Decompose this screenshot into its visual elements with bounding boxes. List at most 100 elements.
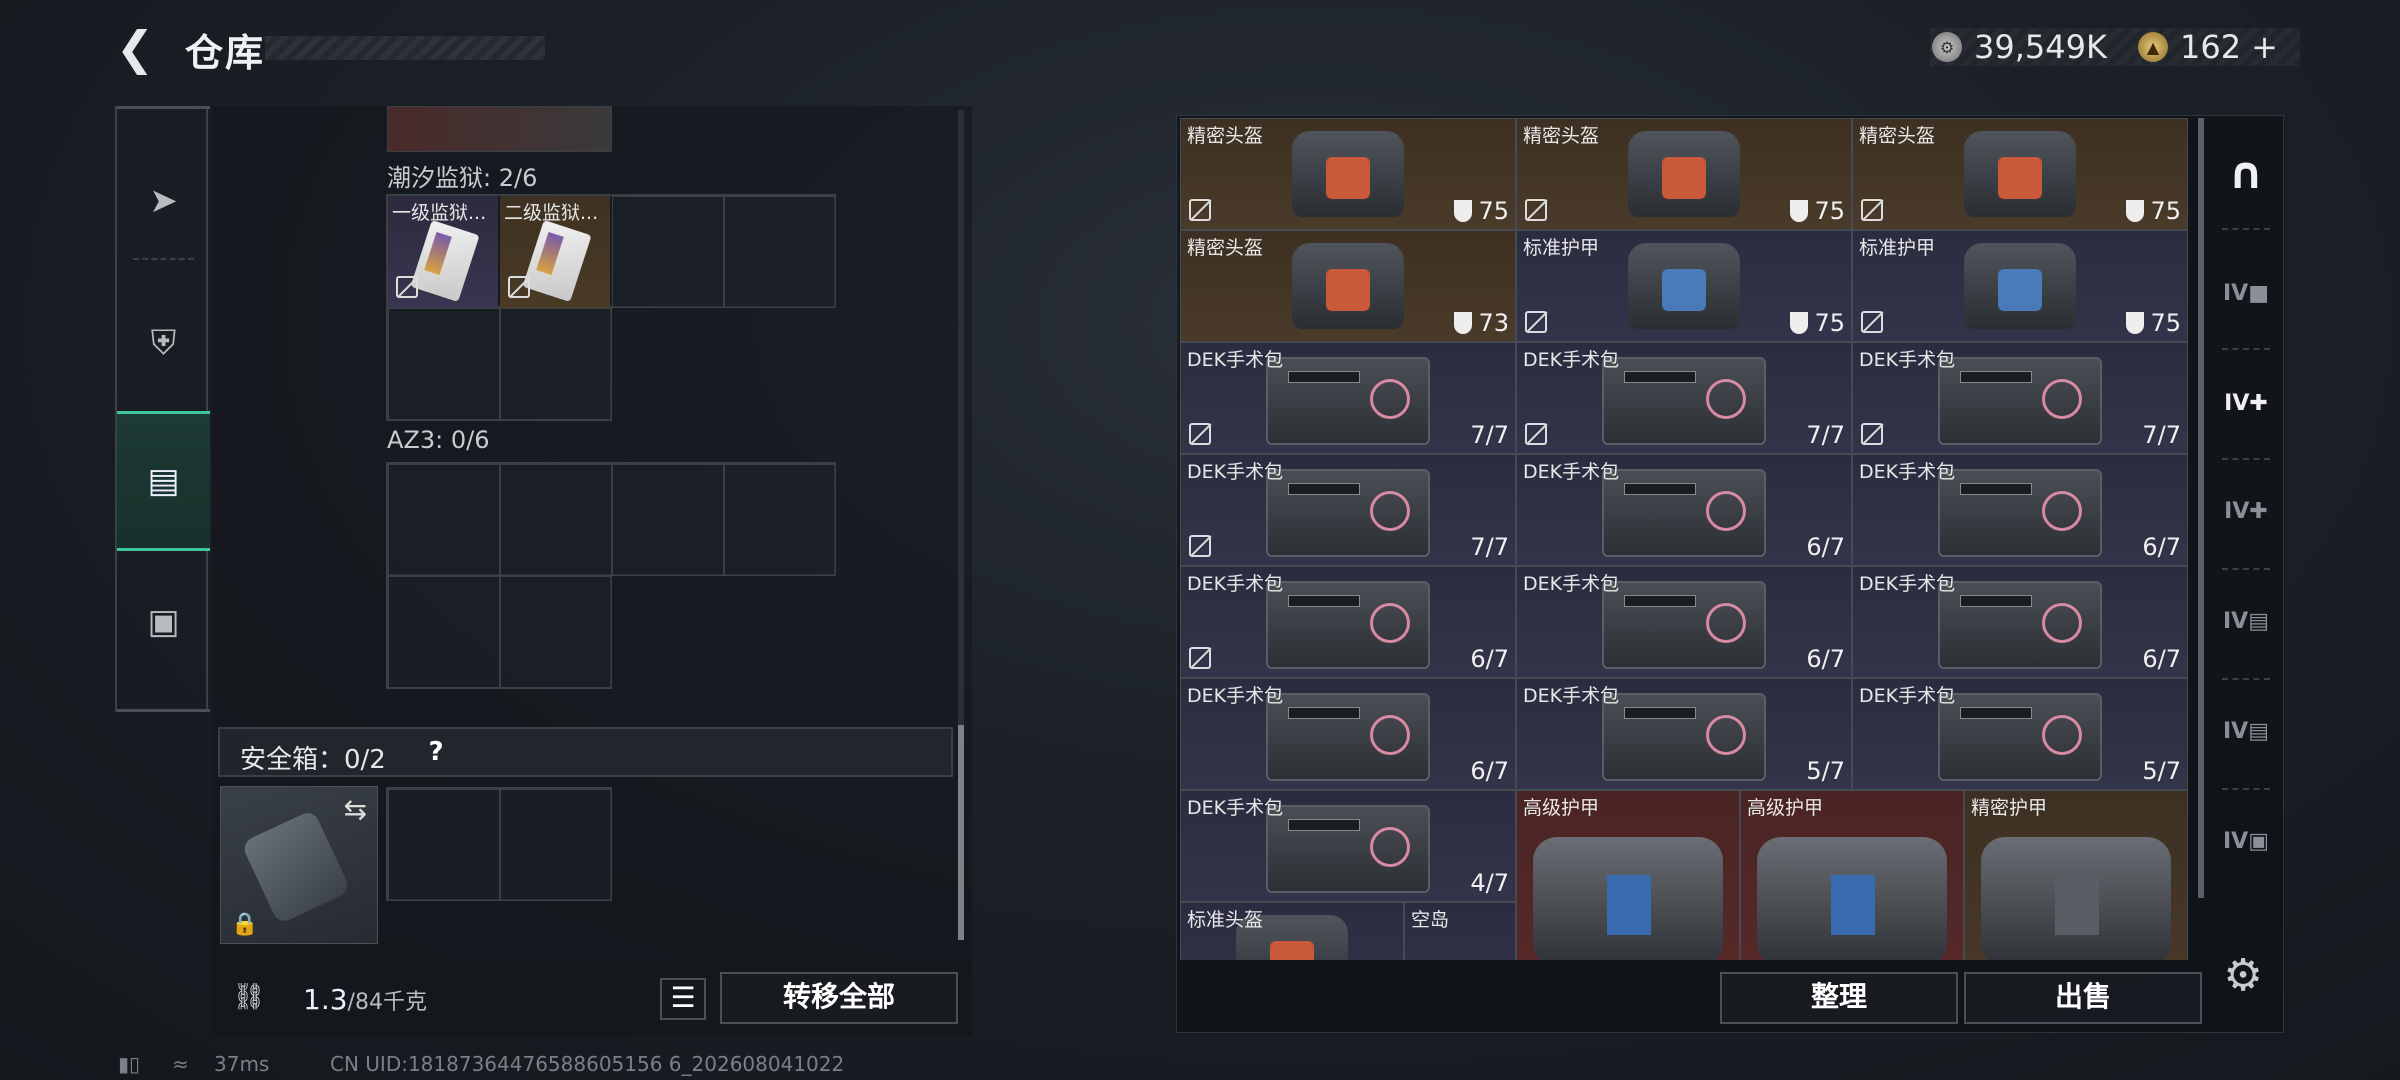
item-value: 73 — [1454, 309, 1509, 337]
partial-item-row[interactable] — [387, 106, 612, 152]
transfer-all-button[interactable]: 转移全部 — [720, 972, 958, 1024]
case-image — [240, 809, 352, 925]
category-nav: ➤ ⛨ ▤ ▣ — [115, 106, 210, 712]
keycard-item[interactable]: 一级监狱... — [388, 196, 498, 308]
swap-icon[interactable]: ⇆ — [344, 793, 367, 826]
empty-slot[interactable] — [500, 789, 612, 901]
iv-weapon-icon[interactable]: IV■ — [2214, 258, 2278, 328]
stash-item[interactable]: DEK手术包 6/7 — [1852, 566, 2188, 678]
item-name: 二级监狱... — [504, 202, 599, 224]
stash-item[interactable]: 精密头盔 75 — [1180, 118, 1516, 230]
surgery-kit-image — [1602, 357, 1766, 445]
stash-item[interactable]: DEK手术包 5/7 — [1516, 678, 1852, 790]
empty-slot[interactable] — [724, 464, 836, 576]
weight-readout: 1.3/84千克 — [303, 983, 427, 1016]
gold-currency[interactable]: ▲ 162 + — [2138, 26, 2278, 68]
item-name: DEK手术包 — [1859, 349, 1956, 371]
safebox-label: 安全箱：0/2 — [240, 745, 386, 775]
gold-add-button[interactable]: + — [2251, 28, 2278, 66]
stash-item[interactable]: 高级护甲 — [1516, 790, 1740, 960]
item-name: 高级护甲 — [1747, 797, 1824, 819]
stash-item[interactable]: DEK手术包 7/7 — [1180, 454, 1516, 566]
stash-item[interactable]: 精密头盔 75 — [1852, 118, 2188, 230]
surgery-kit-image — [1602, 581, 1766, 669]
item-value: 5/7 — [2142, 757, 2181, 785]
nav-backpack[interactable]: ▤ — [117, 411, 210, 551]
stash-item[interactable]: 精密头盔 75 — [1516, 118, 1852, 230]
lock-icon: 🔒 — [231, 912, 259, 937]
armor-image — [1533, 837, 1723, 960]
nav-separator — [2222, 678, 2270, 680]
empty-slot[interactable] — [612, 196, 724, 308]
empty-slot[interactable] — [388, 464, 500, 576]
empty-slot[interactable] — [724, 196, 836, 308]
item-value-text: 75 — [2150, 197, 2181, 225]
iv-ammo-box-icon[interactable]: IV▤ — [2214, 696, 2278, 766]
stash-item[interactable]: 高级护甲 — [1740, 790, 1964, 960]
item-value: 6/7 — [1470, 757, 1509, 785]
iv-medical-icon[interactable]: IV✚ — [2214, 476, 2278, 546]
iv-ammo-icon[interactable]: IV▤ — [2214, 586, 2278, 656]
stash-item[interactable]: DEK手术包 6/7 — [1852, 454, 2188, 566]
weight-current: 1.3 — [303, 983, 348, 1016]
sell-button[interactable]: 出售 — [1964, 972, 2202, 1024]
empty-slot[interactable] — [388, 576, 500, 688]
empty-slot[interactable] — [388, 308, 500, 420]
stash-item[interactable]: DEK手术包 6/7 — [1516, 454, 1852, 566]
item-value-text: 5/7 — [2142, 757, 2181, 785]
scroll-thumb[interactable] — [958, 725, 964, 940]
no-insure-icon — [508, 276, 530, 298]
stash-item[interactable]: DEK手术包 7/7 — [1180, 342, 1516, 454]
sort-button[interactable]: 整理 — [1720, 972, 1958, 1024]
stash-item[interactable]: 标准护甲 75 — [1516, 230, 1852, 342]
nav-briefcase[interactable]: ▣ — [117, 552, 210, 692]
safebox-case[interactable]: ⇆ 🔒 — [220, 786, 378, 944]
item-value-text: 75 — [1478, 197, 1509, 225]
empty-slot[interactable] — [500, 464, 612, 576]
surgery-kit-image — [1938, 693, 2102, 781]
item-value: 7/7 — [1470, 421, 1509, 449]
uid-text: CN UID:18187364476588605156 6_2026080410… — [330, 1052, 845, 1076]
empty-slot[interactable] — [500, 308, 612, 420]
nav-armor[interactable]: ⛨ — [117, 273, 210, 413]
item-name: 标准护甲 — [1859, 237, 1936, 259]
item-value-text: 73 — [1478, 309, 1509, 337]
item-value-text: 7/7 — [1470, 421, 1509, 449]
item-value-text: 4/7 — [1470, 869, 1509, 897]
keycard-item[interactable]: 二级监狱... — [500, 196, 610, 308]
durability-icon — [2126, 200, 2145, 222]
item-value: 75 — [2126, 197, 2181, 225]
stash-item[interactable]: DEK手术包 7/7 — [1852, 342, 2188, 454]
item-value: 75 — [1454, 197, 1509, 225]
stash-item[interactable]: 标准护甲 75 — [1852, 230, 2188, 342]
item-value-text: 75 — [1814, 197, 1845, 225]
iv-key-icon[interactable]: IV▣ — [2214, 806, 2278, 876]
iv-medical-add-icon[interactable]: IV✚ — [2214, 368, 2278, 438]
surgery-kit-image — [1266, 357, 1430, 445]
stash-item[interactable]: DEK手术包 6/7 — [1180, 566, 1516, 678]
stash-item[interactable]: 空岛 — [1404, 902, 1516, 960]
back-arrow-icon[interactable]: ❮ — [110, 21, 160, 75]
stash-item[interactable]: 精密护甲 — [1964, 790, 2188, 960]
item-value: 6/7 — [1470, 645, 1509, 673]
stash-item[interactable]: DEK手术包 4/7 — [1180, 790, 1516, 902]
help-icon[interactable]: ? — [420, 737, 452, 769]
empty-slot[interactable] — [612, 464, 724, 576]
backpack-scrollbar[interactable] — [958, 110, 964, 940]
weight-lock-icon: ⛓ — [232, 982, 266, 1012]
stash-item[interactable]: DEK手术包 6/7 — [1180, 678, 1516, 790]
stash-item[interactable]: 标准头盔 — [1180, 902, 1404, 960]
armor-vest-icon: ⛨ — [150, 323, 177, 363]
gear-icon[interactable]: ⚙ — [2218, 950, 2268, 1001]
stash-arch-icon[interactable]: ∩ — [2214, 138, 2278, 208]
empty-slot[interactable] — [388, 789, 500, 901]
empty-slot[interactable] — [500, 576, 612, 688]
nav-weapons[interactable]: ➤ — [117, 131, 210, 271]
stash-item[interactable]: DEK手术包 6/7 — [1516, 566, 1852, 678]
stash-item[interactable]: 精密头盔 73 — [1180, 230, 1516, 342]
helmet-image — [1964, 131, 2076, 217]
silver-coin-icon: ⚙ — [1932, 32, 1962, 62]
stash-item[interactable]: DEK手术包 5/7 — [1852, 678, 2188, 790]
list-icon[interactable]: ☰ — [660, 978, 706, 1020]
stash-item[interactable]: DEK手术包 7/7 — [1516, 342, 1852, 454]
